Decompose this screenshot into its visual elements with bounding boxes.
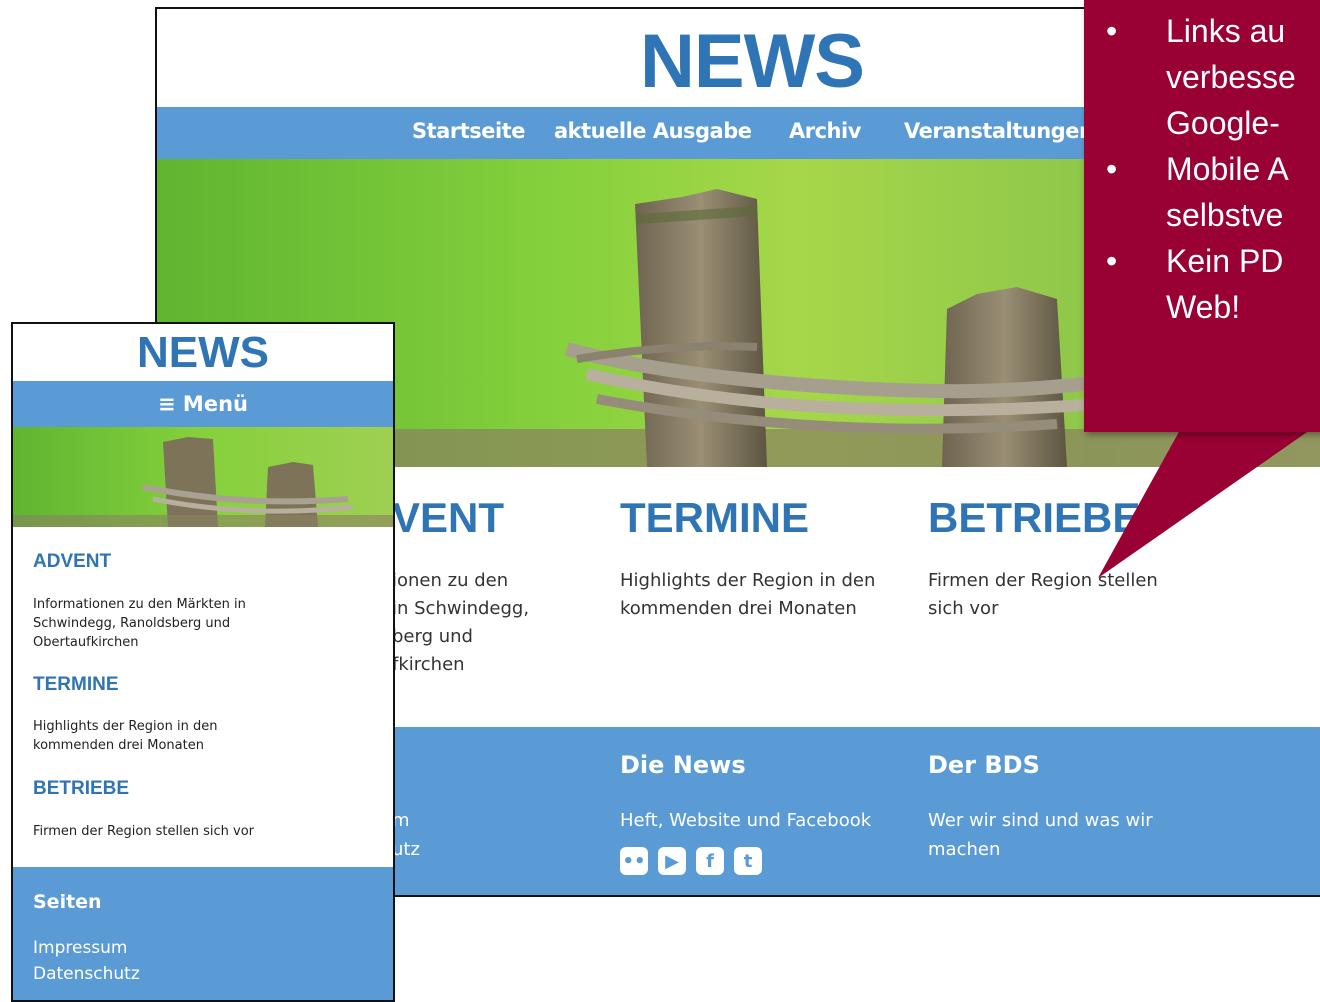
callout-item: Mobile A selbstve (1084, 146, 1320, 238)
footer-bds-text[interactable]: Wer wir sind und was wir machen (928, 806, 1208, 864)
nav-aktuelle-ausgabe[interactable]: aktuelle Ausgabe (554, 119, 752, 143)
mobile-footer-link-datenschutz[interactable]: Datenschutz (33, 964, 140, 984)
advent-line: berg und (392, 626, 473, 647)
footer-col1-links: m utz (392, 806, 452, 864)
col-text-betriebe: Firmen der Region stellen sich vor (928, 570, 1158, 619)
col-title-betriebe[interactable]: BETRIEBE (928, 494, 1140, 542)
mobile-logo[interactable]: NEWS (13, 328, 393, 378)
col-text-termine: Highlights der Region in den kommenden d… (620, 570, 876, 619)
footer-link-fragment[interactable]: m (392, 806, 452, 835)
footer-news-title: Die News (620, 751, 746, 779)
twitter-icon[interactable]: t (734, 847, 762, 875)
social-icons: •• ▶ f t (620, 847, 762, 875)
mobile-screenshot: NEWS ≡ Menü ADVENT Informationen zu den … (11, 322, 395, 1002)
mobile-menu-button[interactable]: ≡ Menü (13, 381, 393, 427)
callout-box: Links au verbesse Google- Mobile A selbs… (1084, 0, 1320, 432)
col-title-termine[interactable]: TERMINE (620, 494, 809, 542)
nav-veranstaltungen[interactable]: Veranstaltungen (904, 119, 1094, 143)
callout-list: Links au verbesse Google- Mobile A selbs… (1084, 8, 1320, 330)
flickr-icon[interactable]: •• (620, 847, 648, 875)
mobile-title-advent[interactable]: ADVENT (33, 551, 111, 573)
facebook-icon[interactable]: f (696, 847, 724, 875)
mobile-text-termine: Highlights der Region in den kommenden d… (33, 719, 218, 753)
nav-archiv[interactable]: Archiv (789, 119, 861, 143)
youtube-icon[interactable]: ▶ (658, 847, 686, 875)
mobile-title-termine[interactable]: TERMINE (33, 674, 119, 696)
footer-bds-title: Der BDS (928, 751, 1040, 779)
callout-item: Kein PD Web! (1084, 238, 1320, 330)
mobile-text-betriebe: Firmen der Region stellen sich vor (33, 824, 255, 839)
callout-item: Links au verbesse Google- (1084, 8, 1320, 146)
mobile-title-betriebe[interactable]: BETRIEBE (33, 778, 129, 800)
fence-post-image (13, 437, 393, 527)
mobile-footer-link-impressum[interactable]: Impressum (33, 938, 128, 958)
advent-line: fkirchen (392, 654, 465, 675)
footer-news-text[interactable]: Heft, Website und Facebook (620, 806, 900, 835)
footer-link-fragment[interactable]: utz (392, 835, 452, 864)
nav-startseite[interactable]: Startseite (412, 119, 525, 143)
mobile-footer-title: Seiten (33, 891, 102, 913)
mobile-text-advent: Informationen zu den Märkten in Schwinde… (33, 597, 246, 650)
mobile-hero-image (13, 427, 393, 527)
col-title-advent[interactable]: VENT (392, 494, 504, 542)
